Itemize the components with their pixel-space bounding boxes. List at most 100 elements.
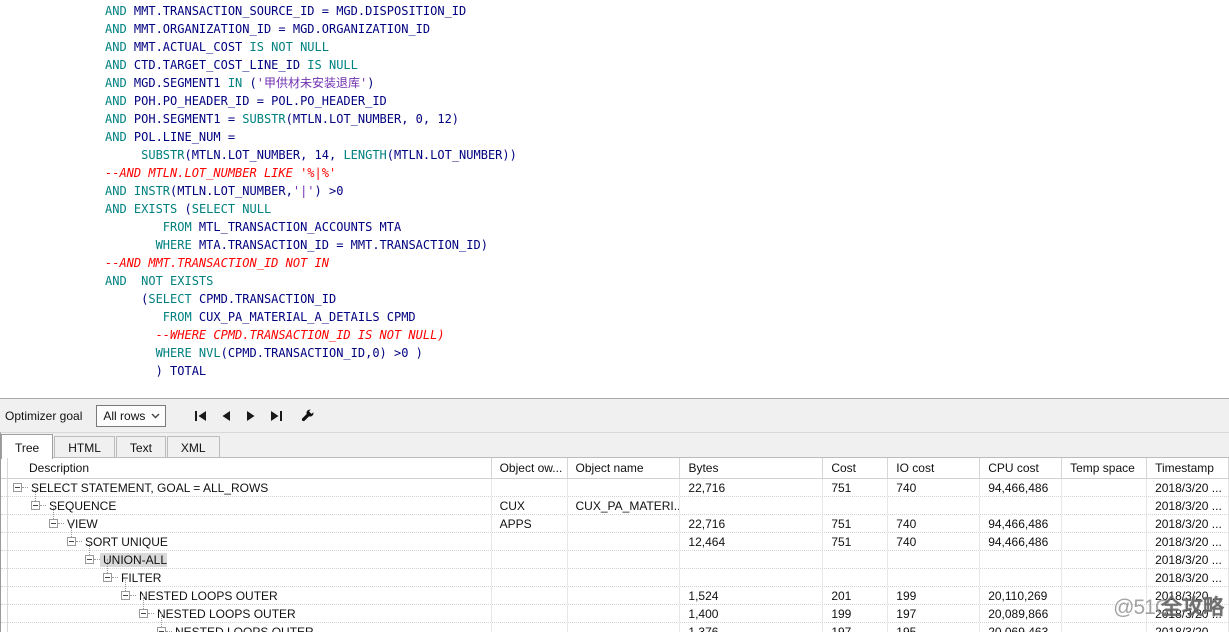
collapse-minus-icon[interactable] (31, 501, 40, 510)
code-line: AND CTD.TARGET_COST_LINE_ID IS NULL (105, 56, 1229, 74)
optimizer-goal-select[interactable]: All rows (96, 405, 166, 427)
plan-settings-button[interactable] (298, 407, 316, 425)
cell-object-name (568, 587, 681, 604)
cell-timestamp: 2018/3/20 ... (1147, 605, 1229, 622)
table-row[interactable]: SORT UNIQUE12,46475174094,466,4862018/3/… (1, 533, 1229, 551)
code-line: WHERE MTA.TRANSACTION_ID = MMT.TRANSACTI… (105, 236, 1229, 254)
code-token: WHERE NVL (156, 346, 221, 360)
last-record-button[interactable] (267, 407, 285, 425)
collapse-minus-icon[interactable] (67, 537, 76, 546)
column-header-object-name[interactable]: Object name (568, 458, 681, 478)
cell-temp-space (1062, 533, 1147, 550)
table-row[interactable]: SELECT STATEMENT, GOAL = ALL_ROWS22,7167… (1, 479, 1229, 497)
plan-step-label[interactable]: NESTED LOOPS OUTER (172, 625, 314, 632)
cell-object-owner: CUX (492, 497, 568, 514)
code-line: AND EXISTS (SELECT NULL (105, 200, 1229, 218)
first-record-button[interactable] (192, 407, 210, 425)
cell-cost: 197 (823, 623, 888, 632)
table-row[interactable]: NESTED LOOPS OUTER1,37619719520,069,4632… (1, 623, 1229, 632)
cell-timestamp: 2018/3/20 ... (1147, 569, 1229, 586)
explain-plan-panel: Optimizer goal All rows (0, 398, 1229, 632)
plan-step-label[interactable]: NESTED LOOPS OUTER (154, 607, 296, 621)
table-row[interactable]: NESTED LOOPS OUTER1,52420119920,110,2692… (1, 587, 1229, 605)
column-header-cost[interactable]: Cost (823, 458, 888, 478)
plan-step-label[interactable]: SEQUENCE (46, 499, 116, 513)
table-row[interactable]: VIEWAPPS22,71675174094,466,4862018/3/20 … (1, 515, 1229, 533)
next-record-button[interactable] (242, 407, 260, 425)
code-token: '甲供材未安装退库' (257, 76, 367, 90)
collapse-minus-icon[interactable] (103, 573, 112, 582)
code-token: MTA.TRANSACTION_ID = MMT.TRANSACTION_ID) (199, 238, 488, 252)
code-token: MMT.ACTUAL_COST (134, 40, 250, 54)
cell-temp-space (1062, 497, 1147, 514)
plan-step-cell: UNION-ALL (1, 551, 492, 568)
code-line: AND INSTR(MTLN.LOT_NUMBER,'|') >0 (105, 182, 1229, 200)
column-header-description[interactable]: Description (1, 458, 492, 478)
cell-cost: 199 (823, 605, 888, 622)
cell-cost: 751 (823, 533, 888, 550)
cell-bytes: 1,400 (680, 605, 823, 622)
cell-io-cost: 740 (888, 515, 980, 532)
column-header-io-cost[interactable]: IO cost (888, 458, 980, 478)
column-header-cpu-cost[interactable]: CPU cost (980, 458, 1062, 478)
code-token: SELECT (148, 292, 199, 306)
collapse-minus-icon[interactable] (139, 609, 148, 618)
code-line: AND MMT.ORGANIZATION_ID = MGD.ORGANIZATI… (105, 20, 1229, 38)
plan-step-label[interactable]: UNION-ALL (100, 553, 167, 567)
code-token: (CPMD.TRANSACTION_ID,0) >0 ) (221, 346, 423, 360)
collapse-minus-icon[interactable] (13, 483, 22, 492)
cell-bytes (680, 569, 823, 586)
code-line: FROM CUX_PA_MATERIAL_A_DETAILS CPMD (105, 308, 1229, 326)
first-record-icon (194, 410, 208, 422)
tab-tree[interactable]: Tree (1, 434, 53, 459)
cell-object-name (568, 569, 681, 586)
code-token: CPMD.TRANSACTION_ID (199, 292, 336, 306)
cell-io-cost (888, 551, 980, 568)
column-header-bytes[interactable]: Bytes (680, 458, 823, 478)
tab-xml[interactable]: XML (167, 436, 220, 458)
tree-connector (125, 577, 126, 591)
cell-cost (823, 551, 888, 568)
cell-cost (823, 497, 888, 514)
cell-timestamp: 2018/3/20 ... (1147, 497, 1229, 514)
plan-step-cell: SELECT STATEMENT, GOAL = ALL_ROWS (1, 479, 492, 496)
table-row[interactable]: FILTER2018/3/20 ... (1, 569, 1229, 587)
column-header-timestamp[interactable]: Timestamp (1147, 458, 1229, 478)
code-token: --AND MTLN.LOT_NUMBER LIKE '%|%' (105, 166, 336, 180)
column-header-temp-space[interactable]: Temp space (1062, 458, 1147, 478)
cell-cpu-cost: 94,466,486 (980, 533, 1062, 550)
code-line: AND POL.LINE_NUM = (105, 128, 1229, 146)
code-token (105, 346, 156, 360)
cell-cost (823, 569, 888, 586)
cell-object-owner (492, 551, 568, 568)
table-row[interactable]: SEQUENCECUXCUX_PA_MATERI...2018/3/20 ... (1, 497, 1229, 515)
column-header-object-ow[interactable]: Object ow... (492, 458, 568, 478)
plan-step-label[interactable]: SELECT STATEMENT, GOAL = ALL_ROWS (28, 481, 268, 495)
cell-cpu-cost: 20,089,866 (980, 605, 1062, 622)
cell-temp-space (1062, 515, 1147, 532)
code-token: POH.SEGMENT1 = (134, 112, 242, 126)
cell-cpu-cost: 94,466,486 (980, 479, 1062, 496)
collapse-minus-icon[interactable] (157, 627, 166, 632)
collapse-minus-icon[interactable] (85, 555, 94, 564)
cell-object-name (568, 479, 681, 496)
tab-html[interactable]: HTML (54, 436, 115, 458)
plan-step-label[interactable]: SORT UNIQUE (82, 535, 168, 549)
code-token (105, 238, 156, 252)
grid-header: DescriptionObject ow...Object nameBytesC… (1, 458, 1229, 479)
cell-object-owner: APPS (492, 515, 568, 532)
cell-temp-space (1062, 569, 1147, 586)
plan-step-label[interactable]: VIEW (64, 517, 98, 531)
table-row[interactable]: NESTED LOOPS OUTER1,40019919720,089,8662… (1, 605, 1229, 623)
plan-step-label[interactable]: NESTED LOOPS OUTER (136, 589, 278, 603)
cell-cost: 201 (823, 587, 888, 604)
code-token: AND (105, 76, 134, 90)
collapse-minus-icon[interactable] (49, 519, 58, 528)
sql-editor[interactable]: AND MMT.TRANSACTION_SOURCE_ID = MGD.DISP… (0, 0, 1229, 398)
table-row[interactable]: UNION-ALL2018/3/20 ... (1, 551, 1229, 569)
tab-text[interactable]: Text (116, 436, 166, 458)
collapse-minus-icon[interactable] (121, 591, 130, 600)
code-line: AND POH.SEGMENT1 = SUBSTR(MTLN.LOT_NUMBE… (105, 110, 1229, 128)
previous-record-button[interactable] (217, 407, 235, 425)
code-token: AND (105, 112, 134, 126)
